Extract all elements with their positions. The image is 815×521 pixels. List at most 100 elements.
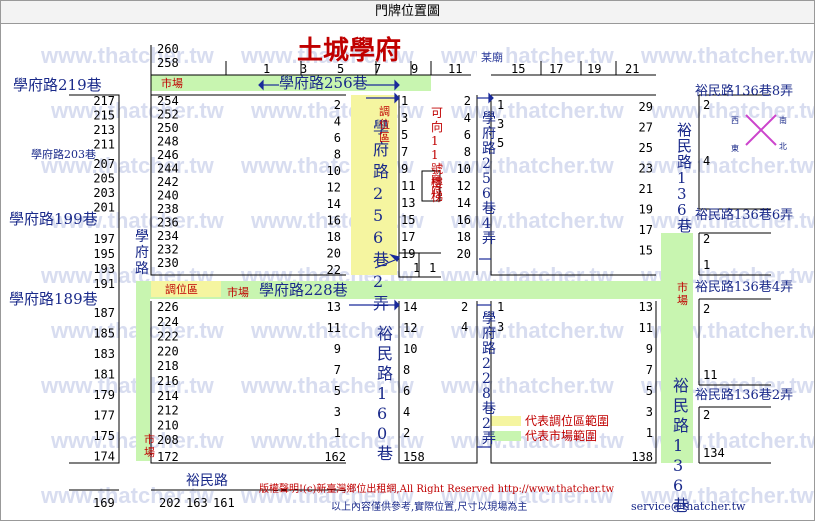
house-number-left-outer: 191 — [93, 277, 115, 291]
house-number-block-a-bottom-right: 3 — [334, 405, 341, 419]
house-number-top: 11 — [448, 62, 462, 76]
house-number-block-a-bottom: 172 — [157, 450, 179, 464]
house-number-block-a: 232 — [157, 243, 179, 257]
watermark-text: www.thatcher.tw — [50, 98, 225, 123]
house-number-block-b-left: 7 — [401, 145, 408, 159]
road-xuefu-203: 學府路203巷 — [31, 147, 96, 161]
road-xuefu-199: 學府路199巷 — [9, 210, 98, 228]
house-number-block-i: 2 — [703, 408, 710, 422]
house-number-left-outer: 183 — [93, 347, 115, 361]
house-number-block-e-left: 3 — [497, 320, 504, 334]
watermark-text: www.thatcher.tw — [40, 43, 215, 68]
house-number-block-a: 238 — [157, 202, 179, 216]
house-number-block-b-left: 1 — [401, 94, 408, 108]
road-yumin-136-2: 裕民路136巷2弄 — [695, 387, 793, 403]
house-number-block-a-bottom: 222 — [157, 330, 179, 344]
shrine-mark: 某廟 — [477, 41, 505, 69]
watermark-text: www.thatcher.tw — [40, 373, 215, 398]
house-number-top: 15 — [511, 62, 525, 76]
house-number-block-a-right: 22 — [327, 263, 341, 277]
house-number-block-e-right: 13 — [639, 300, 653, 314]
house-number-block-a: 250 — [157, 121, 179, 135]
house-number-left-outer: 211 — [93, 138, 115, 152]
house-number-left-outer: 201 — [93, 201, 115, 215]
house-number-left-outer: 195 — [93, 247, 115, 261]
house-number-left-outer: 205 — [93, 172, 115, 186]
house-number-block-d-left: 10 — [403, 342, 417, 356]
legend-market: 代表市場範圍 — [525, 428, 597, 443]
market-left-vertical: 市場 — [144, 432, 155, 459]
house-number-block-b-left: 17 — [401, 230, 415, 244]
house-number-block-e-right: 9 — [646, 342, 653, 356]
house-number-block-d-left: 6 — [403, 384, 410, 398]
house-number-left-outer: 174 — [93, 450, 115, 464]
house-number-block-a-right: 14 — [327, 197, 341, 211]
house-number-left-outer: 175 — [93, 429, 115, 443]
house-number-block-a: 252 — [157, 108, 179, 122]
house-number-block-a: 242 — [157, 175, 179, 189]
compass-east: 東 — [731, 143, 739, 153]
house-number-block-b-left: 9 — [401, 162, 408, 176]
watermark-text: www.thatcher.tw — [440, 373, 615, 398]
house-number-block-a-right: 10 — [327, 164, 341, 178]
house-number-left-outer: 203 — [93, 186, 115, 200]
watermark-text: www.thatcher.tw — [450, 208, 625, 233]
house-number-block-b-mid: 10 — [457, 162, 471, 176]
legend-adjust: 代表調位區範圍 — [525, 413, 609, 428]
house-number-left-outer: 197 — [93, 232, 115, 246]
shrine-top-label: 某廟 — [481, 50, 503, 64]
house-number-bottom: 169 — [93, 496, 115, 510]
house-number-top: 21 — [625, 62, 639, 76]
house-number-block-b-mid: 20 — [457, 247, 471, 261]
house-number-block-b-left: 19 — [401, 247, 415, 261]
house-number-top: 19 — [587, 62, 601, 76]
house-number-block-c-right: 21 — [639, 182, 653, 196]
house-number-block-g: 2 — [703, 232, 710, 246]
house-number-left-outer: 177 — [93, 409, 115, 423]
road-xuefu-219: 學府路219巷 — [13, 76, 102, 94]
house-number-block-a-right: 6 — [334, 131, 341, 145]
adjust-area-vertical: 調位區 — [379, 104, 390, 144]
house-number-block-a-right: 8 — [334, 148, 341, 162]
house-number-top: 17 — [549, 62, 563, 76]
house-number-block-e-right: 7 — [646, 363, 653, 377]
house-number-block-e-right: 3 — [646, 405, 653, 419]
house-number-block-a: 258 — [157, 56, 179, 70]
disclaimer-text: 以上內容僅供參考,實際位置,尺寸以現場為主 — [331, 500, 527, 513]
house-number-left-outer: 193 — [93, 262, 115, 276]
house-number-block-c-right: 23 — [639, 162, 653, 176]
market-right-vertical: 市場 — [677, 280, 688, 307]
house-number-block-a-bottom: 216 — [157, 374, 179, 388]
house-number-block-b-bottom: 1 — [429, 261, 436, 275]
house-number-bottom: 202 — [159, 496, 181, 510]
house-number-block-a: 246 — [157, 148, 179, 162]
house-number-top: 3 — [300, 62, 307, 76]
house-number-bottom: 163 — [186, 496, 208, 510]
house-number-block-b-left: 11 — [401, 179, 415, 193]
house-number-left-outer: 207 — [93, 157, 115, 171]
road-yumin-136-6: 裕民路136巷6弄 — [695, 207, 793, 223]
house-number-left-outer: 213 — [93, 123, 115, 137]
house-number-block-a-bottom-right: 9 — [334, 342, 341, 356]
copyright-text: 版權聲明!(c)新臺灣鄉位出租網,All Right Reserved http… — [259, 482, 615, 495]
house-number-block-a: 234 — [157, 229, 179, 243]
house-number-block-a: 236 — [157, 216, 179, 230]
house-number-block-d-left: 8 — [403, 363, 410, 377]
house-number-block-b-left: 5 — [401, 128, 408, 142]
house-number-block-c-left: 3 — [497, 117, 504, 131]
house-number-block-b-mid: 16 — [457, 213, 471, 227]
road-xuefu-228: 學府路228巷 — [259, 281, 348, 299]
house-number-block-a-right: 12 — [327, 181, 341, 195]
house-number-block-e-right: 11 — [639, 321, 653, 335]
house-number-block-b-mid: 18 — [457, 230, 471, 244]
house-number-left-outer: 217 — [93, 94, 115, 108]
house-number-block-c-right: 19 — [639, 203, 653, 217]
house-number-block-d-left: 2 — [403, 426, 410, 440]
market-label-mid: 市場 — [227, 285, 249, 299]
road-xuefu-189: 學府路189巷 — [9, 290, 98, 308]
house-number-top: 1 — [263, 62, 270, 76]
house-number-block-g: 1 — [703, 258, 710, 272]
house-number-top: 7 — [374, 62, 381, 76]
house-number-block-a-right: 4 — [334, 115, 341, 129]
house-number-block-d-left: 4 — [403, 405, 410, 419]
